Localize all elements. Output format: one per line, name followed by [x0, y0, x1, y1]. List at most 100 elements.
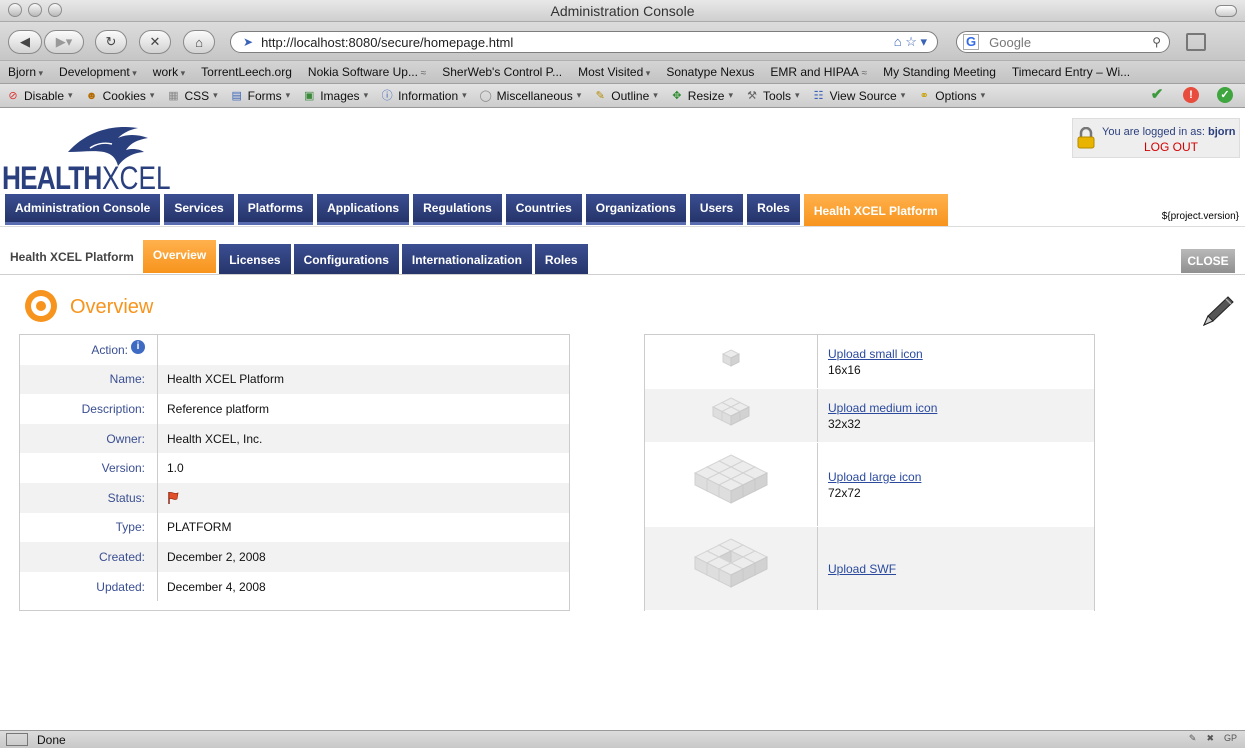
detail-label: Owner:: [20, 423, 158, 454]
home-button[interactable]: ⌂: [183, 30, 215, 54]
zoom-window-icon[interactable]: [48, 3, 62, 17]
bookmark-item[interactable]: SherWeb's Control P...: [442, 65, 562, 79]
google-engine-icon[interactable]: G: [963, 34, 980, 50]
icon-size: 72x72: [828, 485, 861, 500]
devtool-menu-forms[interactable]: ▤ Forms ▾: [230, 88, 290, 103]
addon-pen-icon[interactable]: ✎: [1189, 733, 1197, 744]
reload-button[interactable]: ↻: [95, 30, 127, 54]
stop-button[interactable]: ✕: [139, 30, 171, 54]
tab-organizations[interactable]: Organizations: [585, 194, 686, 225]
forward-button[interactable]: ▶▾: [44, 30, 84, 54]
devtool-menu-information[interactable]: ⓘ Information ▾: [380, 89, 467, 103]
health-xcel-logo[interactable]: HEALTH XCEL: [2, 122, 202, 196]
status-icon: [6, 733, 28, 746]
search-icon[interactable]: ⚲: [1152, 35, 1161, 49]
bookmark-item[interactable]: Timecard Entry – Wi...: [1012, 65, 1130, 79]
devtool-menu-miscellaneous[interactable]: ◯ Miscellaneous ▾: [479, 89, 582, 103]
bookmark-item[interactable]: work: [153, 65, 185, 79]
devtool-label: Forms: [247, 88, 282, 103]
upload-link[interactable]: Upload SWF: [828, 562, 1094, 576]
bookmark-item[interactable]: Nokia Software Up...: [308, 65, 426, 79]
search-placeholder: Google: [989, 34, 1032, 50]
addon-gp-icon[interactable]: GP: [1224, 733, 1237, 744]
dropdown-caret-icon: ▾: [900, 90, 906, 100]
toolbar-toggle-icon[interactable]: [1215, 5, 1237, 17]
detail-label: Version:: [20, 453, 158, 483]
tab-services[interactable]: Services: [164, 194, 234, 225]
tab-roles[interactable]: Roles: [747, 194, 800, 225]
detail-label: Created:: [20, 542, 158, 572]
tab-applications[interactable]: Applications: [317, 194, 410, 225]
username: bjorn: [1208, 126, 1236, 138]
devtool-menu-view-source[interactable]: ☷ View Source ▾: [812, 89, 906, 103]
tab-users[interactable]: Users: [689, 194, 744, 225]
tab-platforms[interactable]: Platforms: [237, 194, 314, 225]
devtool-label: Tools: [763, 88, 792, 103]
bookmark-item[interactable]: Bjorn: [8, 65, 43, 79]
devtool-menu-options[interactable]: ⚭ Options ▾: [917, 89, 986, 103]
devtool-label: Information: [398, 88, 459, 103]
bookmark-item[interactable]: TorrentLeech.org: [201, 65, 292, 79]
css-valid-check-icon[interactable]: ✔: [1149, 87, 1165, 103]
subtab-roles[interactable]: Roles: [534, 244, 588, 275]
logo-health-text: HEALTH: [2, 160, 102, 196]
upload-row: Upload small icon 16x16: [645, 335, 1094, 389]
devtool-menu-css[interactable]: ▦ CSS ▾: [166, 89, 217, 103]
bookmark-item[interactable]: Development: [59, 65, 137, 79]
html-valid-icon[interactable]: ✓: [1217, 87, 1233, 103]
devtool-menu-images[interactable]: ▣ Images ▾: [302, 89, 368, 103]
upload-link[interactable]: Upload large icon: [828, 470, 1094, 484]
detail-row: Created: December 2, 2008: [20, 542, 569, 572]
dropdown-caret-icon: ▾: [462, 90, 467, 100]
subtab-configurations[interactable]: Configurations: [293, 244, 399, 275]
devtool-menu-tools[interactable]: ⚒ Tools ▾: [745, 88, 799, 103]
navigation-toolbar: ◀ ▶▾ ↻ ✕ ⌂ ➤ http://localhost:8080/secur…: [0, 22, 1245, 60]
bookmark-item[interactable]: EMR and HIPAA: [770, 65, 867, 79]
detail-label-text: Version:: [101, 461, 145, 476]
sub-navigation: Health XCEL Platform Overview Licenses Con…: [5, 240, 588, 275]
devtool-menu-resize[interactable]: ✥ Resize ▾: [670, 89, 733, 103]
subtab-licenses[interactable]: Licenses: [219, 244, 291, 275]
upload-row: Upload medium icon 32x32: [645, 389, 1094, 443]
tab-regulations[interactable]: Regulations: [413, 194, 502, 225]
devtool-label: CSS: [184, 88, 210, 103]
detail-value: [158, 483, 569, 513]
logout-link[interactable]: LOG OUT: [1144, 140, 1198, 154]
close-button[interactable]: CLOSE: [1181, 249, 1235, 273]
subtab-internationalization[interactable]: Internationalization: [401, 244, 532, 275]
tab-health-xcel-platform[interactable]: Health XCEL Platform: [803, 194, 948, 226]
windows-icon[interactable]: [1186, 33, 1206, 51]
devtool-menu-cookies[interactable]: ☻ Cookies ▾: [85, 89, 155, 103]
addon-x-icon[interactable]: ✖: [1206, 733, 1214, 744]
detail-label-text: Description:: [81, 401, 145, 416]
url-bar[interactable]: ➤ http://localhost:8080/secure/homepage.…: [230, 31, 938, 53]
tab-administration-console[interactable]: Administration Console: [5, 194, 161, 225]
devtool-menu-outline[interactable]: ✎ Outline ▾: [593, 89, 658, 103]
search-box[interactable]: G Google ⚲: [956, 31, 1170, 53]
info-icon[interactable]: i: [131, 339, 145, 354]
bookmark-item[interactable]: Sonatype Nexus: [666, 65, 754, 79]
bookmark-item[interactable]: My Standing Meeting: [883, 65, 996, 79]
devtool-menu-disable[interactable]: ⊘ Disable ▾: [6, 89, 72, 103]
outline-icon: ✎: [595, 89, 605, 102]
back-button[interactable]: ◀: [8, 30, 42, 54]
stop-icon: ✕: [149, 34, 161, 49]
detail-value: December 4, 2008: [167, 579, 266, 594]
platform-details-table: Action: i Name: Health XCEL Platform Descrip…: [19, 334, 570, 611]
images-icon: ▣: [304, 89, 315, 102]
upload-link[interactable]: Upload medium icon: [828, 401, 1094, 415]
detail-row: Version: 1.0: [20, 453, 569, 483]
icon-placeholder-image: [645, 389, 818, 442]
upload-link[interactable]: Upload small icon: [828, 347, 1094, 361]
subtab-overview[interactable]: Overview: [142, 240, 217, 273]
edit-pen-icon[interactable]: [1198, 294, 1236, 330]
js-error-icon[interactable]: !: [1183, 87, 1199, 103]
icon-size: 32x32: [828, 416, 861, 431]
icon-uploads-table: Upload small icon 16x16 Upload medium icon…: [644, 334, 1095, 611]
dropdown-caret-icon: ▾: [576, 90, 582, 100]
tab-countries[interactable]: Countries: [505, 194, 582, 225]
bookmark-item[interactable]: Most Visited: [578, 65, 650, 79]
minimize-window-icon[interactable]: [28, 3, 42, 17]
bookmark-star-icon[interactable]: ⌂ ☆ ▾: [894, 34, 927, 50]
close-window-icon[interactable]: [8, 3, 22, 17]
